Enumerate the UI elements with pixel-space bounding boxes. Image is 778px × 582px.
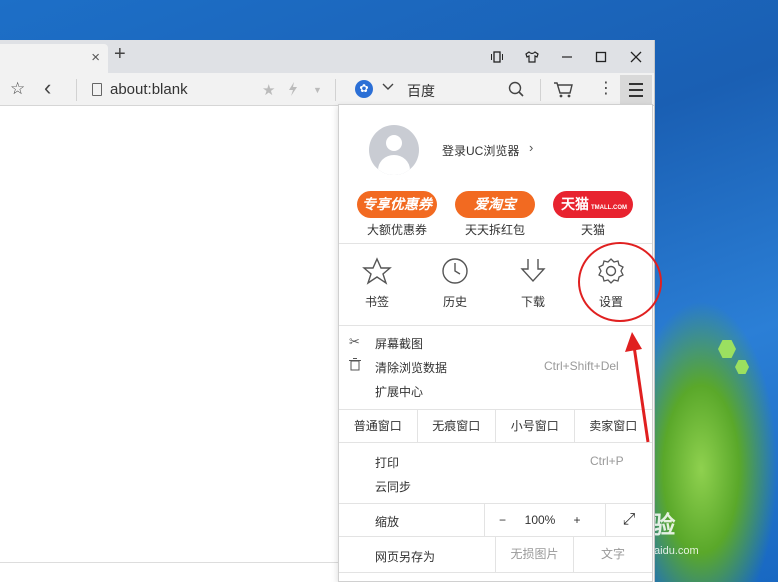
main-menu-button[interactable] — [620, 75, 652, 104]
maximize-icon[interactable] — [590, 47, 612, 67]
history-label[interactable]: 历史 — [435, 293, 475, 310]
save-text-button[interactable]: 文字 — [573, 537, 652, 572]
pin-window-icon[interactable] — [486, 47, 508, 67]
close-window-icon[interactable] — [625, 47, 647, 67]
download-label[interactable]: 下载 — [513, 293, 553, 310]
login-link[interactable]: 登录UC浏览器 — [442, 142, 519, 159]
promo-taobao-label: 天天拆红包 — [464, 223, 525, 237]
window-mode-buttons: 普通窗口 无痕窗口 小号窗口 卖家窗口 — [339, 409, 652, 443]
new-tab-button[interactable]: + — [114, 43, 126, 66]
promo-taobao-button[interactable]: 爱淘宝 — [455, 191, 535, 218]
dropdown-arrow-icon[interactable]: ▼ — [313, 85, 322, 95]
title-bar: × + — [0, 40, 654, 73]
history-icon[interactable] — [435, 257, 475, 287]
favorite-star-icon[interactable]: ★ — [262, 81, 275, 99]
divider — [339, 325, 652, 326]
zoom-in-button[interactable]: + — [560, 504, 594, 536]
scissors-icon: ✂ — [349, 334, 360, 349]
search-engine-label[interactable]: 百度 — [407, 81, 435, 101]
avatar[interactable] — [369, 125, 419, 175]
fullscreen-icon[interactable]: ⤢ — [605, 504, 652, 536]
shortcut-clear-data: Ctrl+Shift+Del — [544, 359, 619, 373]
tab-close-icon[interactable]: × — [91, 49, 100, 66]
shortcut-print: Ctrl+P — [590, 454, 624, 468]
small-window-button[interactable]: 小号窗口 — [496, 410, 575, 442]
download-icon[interactable] — [513, 257, 553, 287]
menu-item-cloud-sync[interactable]: 云同步 — [375, 478, 411, 495]
zoom-value: 100% — [524, 513, 556, 527]
lightning-icon[interactable] — [288, 82, 298, 99]
back-button[interactable]: ‹ — [44, 75, 51, 101]
trash-icon — [349, 358, 361, 374]
bookmark-label[interactable]: 书签 — [357, 293, 397, 310]
minimize-icon[interactable] — [556, 47, 578, 67]
bookmark-icon[interactable] — [357, 257, 397, 287]
more-icon[interactable]: ⋮ — [598, 78, 614, 98]
baidu-paw-icon[interactable]: ✿ — [355, 80, 373, 98]
promo-coupon-button[interactable]: 专享优惠券 — [357, 191, 437, 218]
star-icon[interactable]: ☆ — [10, 79, 25, 99]
divider — [0, 562, 338, 563]
normal-window-button[interactable]: 普通窗口 — [339, 410, 418, 442]
menu-item-save-page[interactable]: 网页另存为 — [375, 548, 435, 565]
promo-coupon-label: 大额优惠券 — [366, 223, 427, 237]
page-icon — [92, 83, 102, 96]
menu-item-clear-data[interactable]: 清除浏览数据 — [375, 359, 447, 376]
toolbar: ☆ ‹ about:blank ★ ▼ ✿ 百度 ⋮ — [0, 73, 654, 106]
highlight-circle — [578, 242, 662, 322]
main-menu-dropdown: 登录UC浏览器 › 专享优惠券 大额优惠券 爱淘宝 天天拆红包 天猫 TMALL.… — [338, 104, 653, 582]
zoom-label: 缩放 — [375, 515, 400, 529]
chevron-right-icon[interactable]: › — [529, 140, 533, 155]
zoom-row: 缩放 − 100% + ⤢ — [339, 503, 652, 537]
menu-item-print[interactable]: 打印 — [375, 454, 399, 471]
zoom-out-button[interactable]: − — [484, 504, 520, 536]
search-icon[interactable] — [508, 81, 524, 102]
cart-icon[interactable] — [553, 81, 573, 103]
menu-item-extensions[interactable]: 扩展中心 — [375, 383, 423, 400]
save-page-row: 网页另存为 无损图片 文字 — [339, 537, 652, 573]
address-bar[interactable]: about:blank — [110, 81, 188, 98]
divider — [76, 79, 77, 101]
skin-icon[interactable] — [521, 47, 543, 67]
chevron-down-icon[interactable] — [382, 81, 394, 95]
promo-tmall-button[interactable]: 天猫 TMALL.COM — [553, 191, 633, 218]
highlight-arrow — [625, 332, 650, 443]
divider — [540, 79, 541, 101]
browser-tab[interactable]: × — [0, 44, 108, 73]
promo-tmall-label: 天猫 — [580, 223, 605, 237]
divider — [335, 79, 336, 101]
incognito-window-button[interactable]: 无痕窗口 — [418, 410, 496, 442]
menu-item-screenshot[interactable]: 屏幕截图 — [375, 335, 423, 352]
save-lossless-images-button[interactable]: 无损图片 — [495, 537, 573, 572]
